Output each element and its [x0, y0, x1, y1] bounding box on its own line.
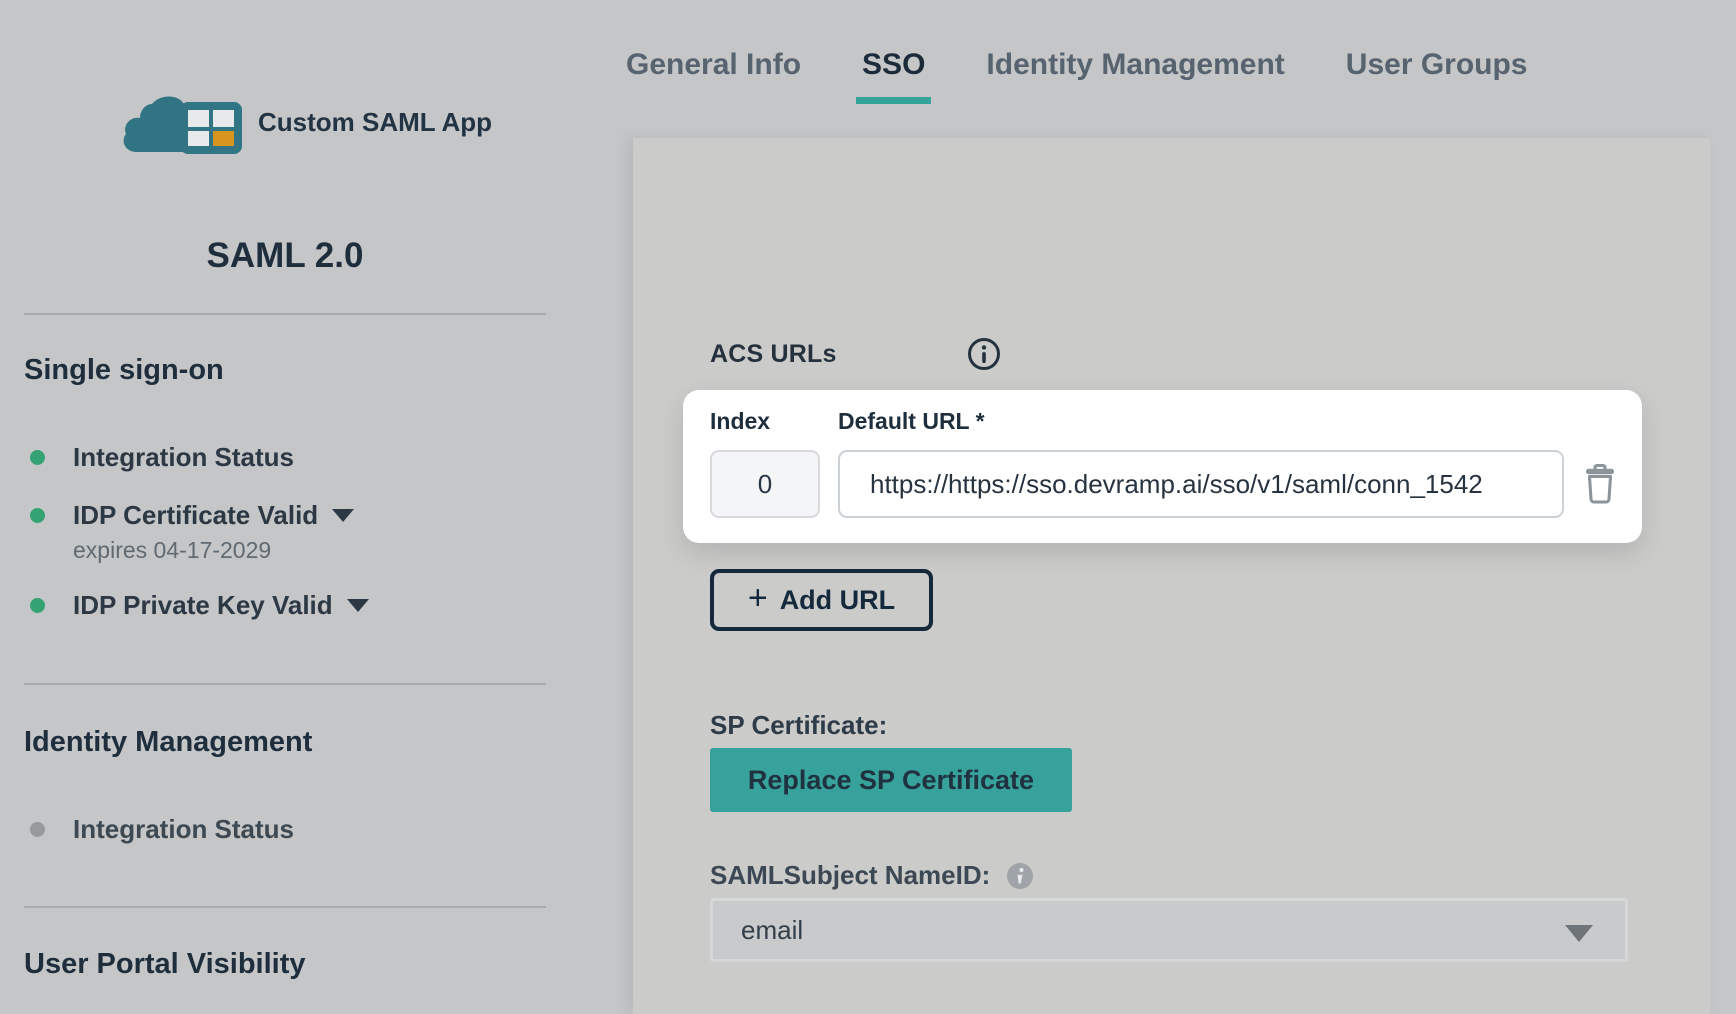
- acs-url-row-highlight: Index Default URL * 0: [683, 390, 1642, 543]
- tab-label: User Groups: [1346, 48, 1528, 81]
- acs-field-labels: Index Default URL *: [710, 408, 985, 435]
- sidebar-item-integration-status[interactable]: Integration Status: [30, 442, 294, 473]
- default-url-input[interactable]: [838, 450, 1564, 518]
- section-heading-user-portal-visibility: User Portal Visibility: [24, 948, 306, 981]
- sidebar-divider: [24, 683, 546, 685]
- add-url-button[interactable]: + Add URL: [710, 569, 933, 631]
- trash-icon: [1583, 464, 1617, 504]
- default-url-label: Default URL *: [838, 408, 985, 435]
- tab-sso[interactable]: SSO: [862, 48, 925, 104]
- chevron-down-icon[interactable]: [347, 599, 369, 612]
- app-name: Custom SAML App: [258, 107, 492, 138]
- sidebar-item-idm-integration-status[interactable]: Integration Status: [30, 814, 294, 845]
- status-dot-green: [30, 450, 45, 465]
- select-caret-icon: [1565, 925, 1593, 942]
- plus-icon: +: [748, 581, 768, 615]
- delete-url-button[interactable]: [1580, 462, 1620, 506]
- status-dot-green: [30, 508, 45, 523]
- app-screen: General Info SSO Identity Management Use…: [0, 0, 1736, 1014]
- status-dot-gray: [30, 822, 45, 837]
- tab-bar: General Info SSO Identity Management Use…: [626, 48, 1528, 104]
- samlsubject-nameid-header: SAMLSubject NameID:: [710, 860, 1034, 891]
- active-tab-underline: [856, 97, 931, 104]
- app-logo: Custom SAML App: [122, 90, 492, 154]
- chevron-down-icon[interactable]: [332, 509, 354, 522]
- sso-panel: ACS URLs Enter at least one ACS URL. IdP…: [633, 138, 1710, 1014]
- samlsubject-nameid-label: SAMLSubject NameID:: [710, 860, 990, 891]
- acs-urls-header: ACS URLs: [710, 337, 1001, 371]
- cloud-grid-app-icon: [122, 90, 246, 154]
- status-dot-green: [30, 598, 45, 613]
- certificate-expiry-text: expires 04-17-2029: [73, 537, 271, 564]
- tab-label: SSO: [862, 48, 925, 81]
- sidebar-divider: [24, 906, 546, 908]
- nameid-select[interactable]: email: [710, 898, 1628, 962]
- index-label: Index: [710, 408, 838, 435]
- add-url-button-label: Add URL: [780, 585, 895, 616]
- index-field: 0: [710, 450, 820, 518]
- sidebar-item-idp-private-key-valid[interactable]: IDP Private Key Valid: [30, 590, 369, 621]
- sidebar-item-idp-certificate-valid[interactable]: IDP Certificate Valid: [30, 500, 354, 531]
- section-heading-single-sign-on: Single sign-on: [24, 354, 224, 387]
- tab-user-groups[interactable]: User Groups: [1346, 48, 1528, 104]
- sidebar: Custom SAML App SAML 2.0 Single sign-on …: [0, 0, 633, 1014]
- sidebar-divider: [24, 313, 546, 315]
- replace-sp-certificate-button[interactable]: Replace SP Certificate: [710, 748, 1072, 812]
- tab-label: Identity Management: [986, 48, 1284, 81]
- tab-label: General Info: [626, 48, 801, 81]
- section-heading-identity-management: Identity Management: [24, 726, 312, 759]
- protocol-title: SAML 2.0: [24, 236, 546, 276]
- tab-general-info[interactable]: General Info: [626, 48, 801, 104]
- nameid-selected-value: email: [741, 915, 803, 946]
- acs-urls-label: ACS URLs: [710, 340, 837, 369]
- tab-identity-management[interactable]: Identity Management: [986, 48, 1284, 104]
- sp-certificate-label: SP Certificate:: [710, 710, 887, 741]
- acs-url-row: 0: [710, 450, 1620, 518]
- grid-shape: [180, 102, 242, 154]
- info-circle-outline-icon[interactable]: [967, 337, 1001, 371]
- info-circle-filled-icon[interactable]: [1006, 862, 1034, 890]
